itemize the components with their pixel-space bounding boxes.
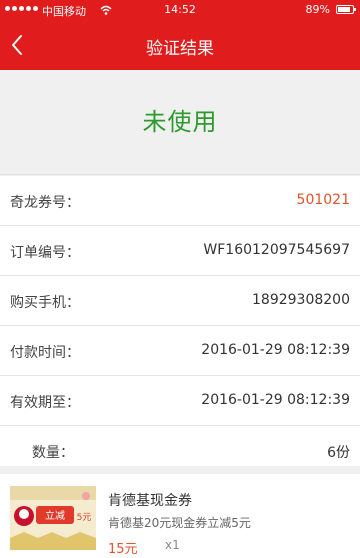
quantity-value: 6份: [327, 445, 350, 461]
order-number-value: WF16012097545697: [203, 242, 350, 258]
product-price: 15元: [108, 542, 138, 557]
battery-icon: [336, 5, 356, 14]
product-thumbnail: 立减 5元: [10, 486, 96, 550]
voucher-number-value: 501021: [296, 192, 350, 208]
voucher-number-row: 奇龙券号： 501021: [0, 176, 360, 226]
pay-time-row: 付款时间： 2016-01-29 08:12:39: [0, 326, 360, 376]
pay-time-value: 2016-01-29 08:12:39: [201, 342, 350, 358]
phone-row: 购买手机： 18929308200: [0, 276, 360, 326]
status-bar: 中国移动 14:52 89%: [0, 0, 360, 20]
valid-until-value: 2016-01-29 08:12:39: [201, 392, 350, 408]
phone-label: 购买手机：: [10, 295, 80, 311]
product-description: 肯德基20元现金券立减5元: [108, 516, 251, 530]
valid-until-row: 有效期至： 2016-01-29 08:12:39: [0, 376, 360, 426]
product-name: 肯德基现金券: [108, 493, 192, 509]
verification-status: 未使用: [142, 108, 218, 136]
voucher-number-label: 奇龙券号：: [10, 195, 80, 211]
phone-value: 18929308200: [252, 292, 350, 308]
verification-status-panel: 未使用: [0, 70, 360, 175]
quantity-label: 数量：: [32, 445, 74, 461]
detail-list: 奇龙券号： 501021 订单编号： WF16012097545697 购买手机…: [0, 176, 360, 478]
thumb-text: 立减: [45, 509, 65, 522]
order-number-row: 订单编号： WF16012097545697: [0, 226, 360, 276]
pay-time-label: 付款时间：: [10, 345, 80, 361]
product-card[interactable]: 立减 5元 肯德基现金券 肯德基20元现金券立减5元 15元 x1: [0, 466, 360, 558]
valid-until-label: 有效期至：: [10, 395, 80, 411]
thumb-amount: 5元: [77, 513, 92, 523]
navigation-bar: 验证结果: [0, 20, 360, 70]
order-number-label: 订单编号：: [10, 245, 80, 261]
battery-level: [338, 7, 350, 12]
battery-percentage: 89%: [305, 3, 330, 16]
page-title: 验证结果: [146, 39, 214, 59]
